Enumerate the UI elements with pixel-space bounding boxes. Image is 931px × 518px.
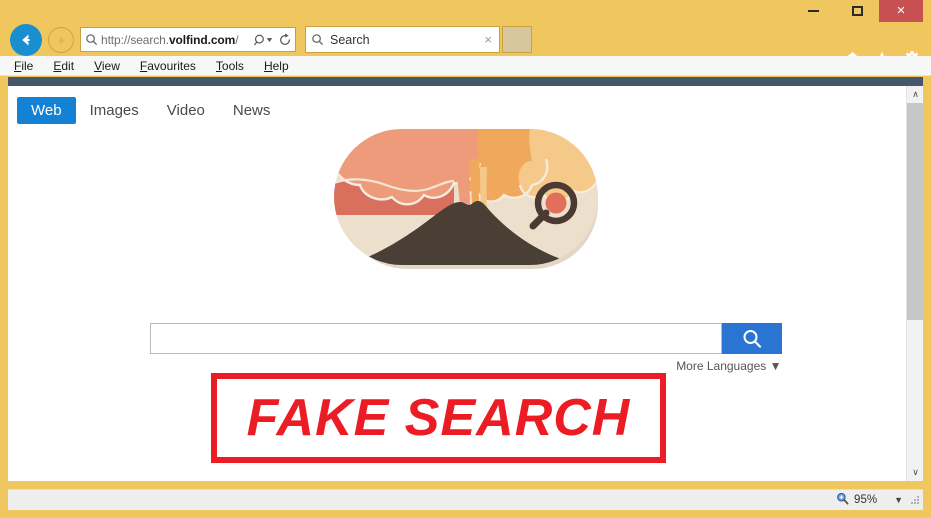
minimize-icon (807, 10, 819, 12)
title-bar: × (0, 0, 931, 22)
volcano-search-logo (330, 123, 602, 273)
navigation-bar: http://search.volfind.com/ Search × (0, 22, 931, 67)
browser-window: × http://search.volfind.com/ Search × Fi… (0, 0, 931, 518)
site-nav-tabs: Web Images Video News (17, 97, 284, 124)
vertical-scrollbar[interactable]: ∧ ∨ (906, 86, 924, 481)
sidebar-item-news[interactable]: News (219, 97, 285, 124)
site-search-icon (85, 33, 98, 46)
sidebar-item-web[interactable]: Web (17, 97, 76, 124)
menu-item-tools[interactable]: Tools (216, 59, 244, 73)
new-tab-button[interactable] (502, 26, 532, 53)
zoom-caret-icon[interactable]: ▼ (894, 495, 903, 505)
chevron-down-icon: ▼ (769, 359, 782, 373)
fake-search-label: FAKE SEARCH (246, 389, 631, 447)
maximize-button[interactable] (835, 0, 879, 22)
close-button[interactable]: × (879, 0, 923, 22)
scroll-up-arrow-icon[interactable]: ∧ (907, 86, 924, 103)
menu-item-edit[interactable]: Edit (53, 59, 74, 73)
zoom-control[interactable]: 95% ▼ (836, 492, 903, 508)
search-submit-button[interactable] (721, 323, 782, 354)
sidebar-item-images[interactable]: Images (76, 97, 153, 124)
status-bar: 95% ▼ (8, 489, 923, 510)
resize-grip[interactable] (909, 494, 921, 506)
address-bar[interactable]: http://search.volfind.com/ (80, 27, 296, 52)
browser-tab-search[interactable]: Search × (305, 26, 500, 53)
sidebar-item-video[interactable]: Video (153, 97, 219, 124)
tab-close-icon[interactable]: × (484, 33, 494, 46)
search-icon (743, 329, 761, 348)
close-icon: × (896, 1, 906, 19)
address-url: http://search.volfind.com/ (101, 32, 239, 47)
more-languages-control: More Languages ▼ (150, 359, 781, 373)
refresh-icon[interactable] (278, 33, 292, 47)
address-search-dropdown-icon[interactable] (253, 33, 275, 47)
zoom-magnifier-icon (836, 492, 849, 508)
more-languages-link[interactable]: More Languages ▼ (676, 359, 781, 373)
window-controls: × (791, 0, 923, 22)
tab-label: Search (330, 32, 370, 47)
maximize-icon (851, 6, 863, 16)
menu-bar: File Edit View Favourites Tools Help (0, 56, 931, 76)
fake-search-stamp: FAKE SEARCH (211, 373, 666, 463)
search-page: Web Images Video News More Languages ▼ F… (8, 86, 923, 481)
menu-item-help[interactable]: Help (264, 59, 289, 73)
search-input[interactable] (149, 323, 722, 354)
forward-button[interactable] (48, 27, 74, 53)
zoom-level-label: 95% (854, 494, 878, 506)
back-button[interactable] (10, 24, 42, 56)
minimize-button[interactable] (791, 0, 835, 22)
site-header-bar (8, 77, 923, 86)
menu-item-file[interactable]: File (14, 59, 33, 73)
tab-search-icon (311, 33, 324, 46)
scroll-down-arrow-icon[interactable]: ∨ (907, 464, 924, 481)
scrollbar-thumb[interactable] (907, 103, 924, 320)
menu-item-favourites[interactable]: Favourites (140, 59, 196, 73)
back-arrow-icon (22, 34, 30, 46)
page-viewport: Web Images Video News More Languages ▼ F… (8, 77, 923, 481)
forward-arrow-icon (57, 36, 64, 44)
search-form (149, 323, 782, 354)
menu-item-view[interactable]: View (94, 59, 120, 73)
